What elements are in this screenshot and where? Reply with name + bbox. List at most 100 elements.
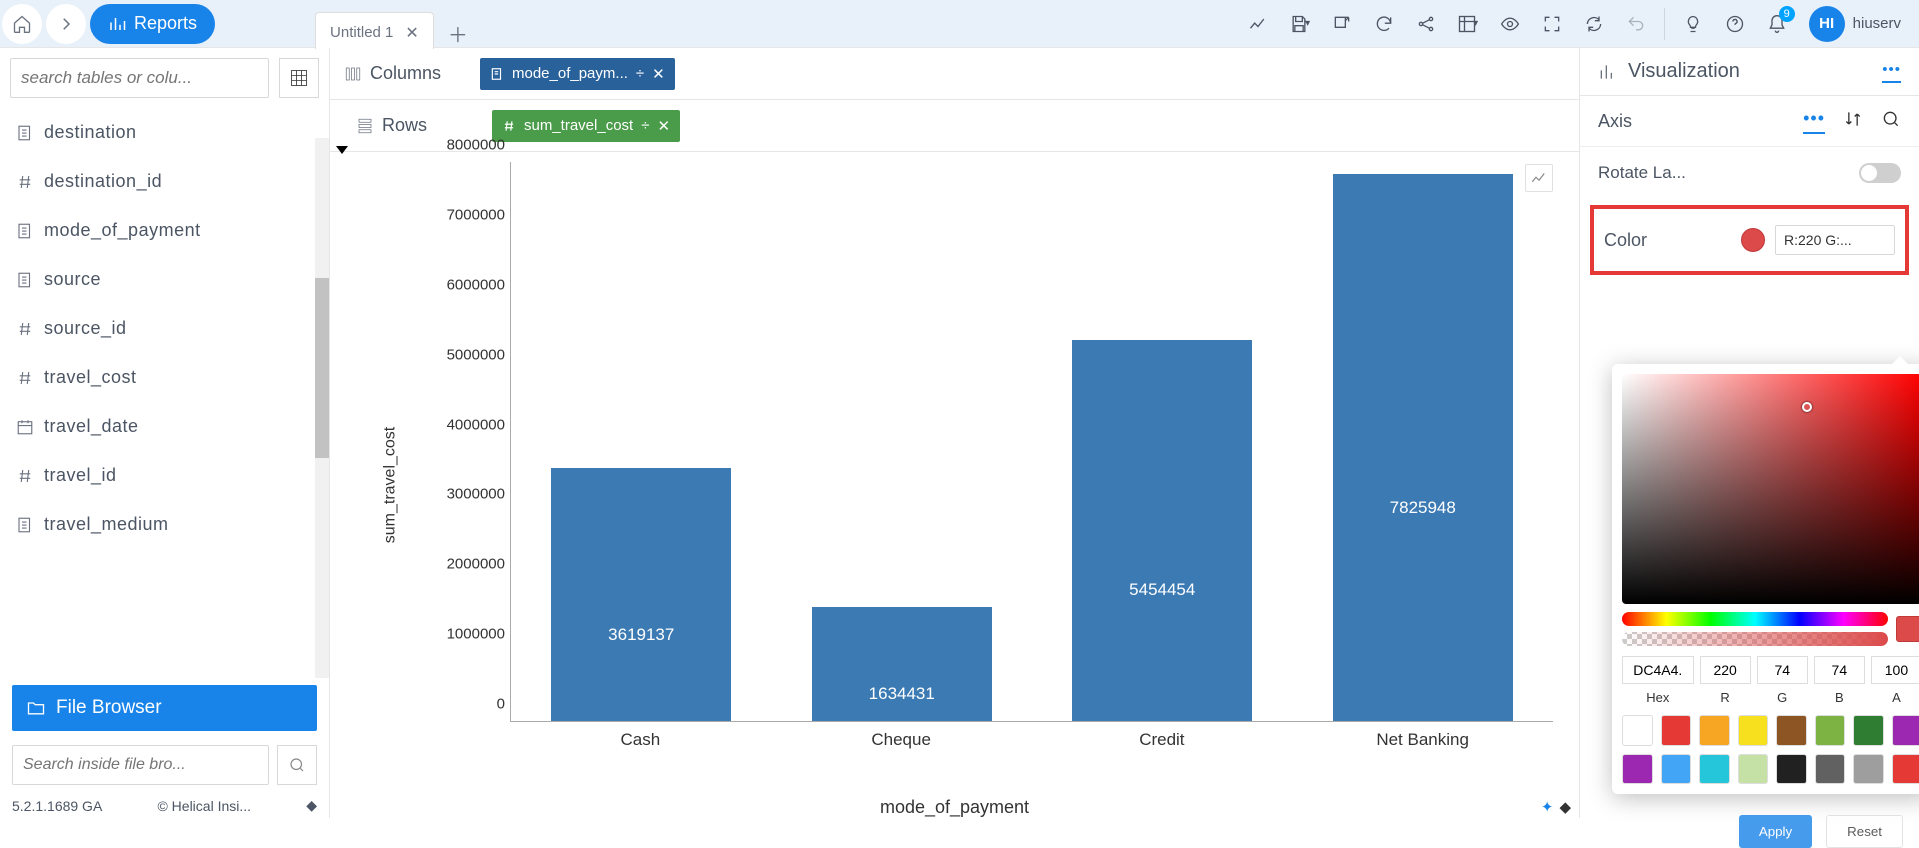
preset-swatch[interactable] — [1738, 754, 1769, 785]
tab-title: Untitled 1 — [330, 24, 393, 41]
columns-chip-mode-of-payment[interactable]: mode_of_paym... ÷ ✕ — [480, 58, 675, 90]
color-property-row: Color — [1590, 205, 1909, 275]
eye-icon[interactable] — [1490, 4, 1530, 44]
preset-swatch[interactable] — [1853, 754, 1884, 785]
notification-bell-icon[interactable]: 9 — [1757, 4, 1797, 44]
idea-icon[interactable] — [1673, 4, 1713, 44]
color-text-input[interactable] — [1775, 225, 1895, 255]
x-category: Credit — [1072, 730, 1252, 750]
viz-more-icon[interactable]: ••• — [1882, 61, 1901, 83]
current-color-swatch — [1896, 616, 1919, 642]
columns-shelf-label: Columns — [370, 63, 441, 84]
column-list: destination destination_id mode_of_payme… — [0, 108, 329, 677]
tables-grid-button[interactable] — [279, 58, 319, 98]
y-tick: 6000000 — [433, 276, 505, 293]
color-swatch[interactable] — [1741, 228, 1765, 252]
column-search-input[interactable] — [10, 58, 269, 98]
fullscreen-icon[interactable] — [1532, 4, 1572, 44]
reports-label: Reports — [134, 13, 197, 34]
column-destination[interactable]: destination — [0, 108, 329, 157]
tab-untitled-1[interactable]: Untitled 1 ✕ — [315, 12, 434, 49]
a-input[interactable] — [1871, 656, 1919, 684]
bar-value-label: 1634431 — [869, 684, 935, 704]
column-travel-id[interactable]: travel_id — [0, 451, 329, 500]
share-icon[interactable] — [1406, 4, 1446, 44]
refresh-arrows-icon[interactable] — [1364, 4, 1404, 44]
undo-icon[interactable] — [1616, 4, 1656, 44]
bar-cash[interactable]: 3619137 — [551, 468, 731, 721]
tab-strip: Untitled 1 ✕ ＋ — [315, 0, 472, 48]
column-source[interactable]: source — [0, 255, 329, 304]
preset-swatch[interactable] — [1699, 754, 1730, 785]
file-browser-button[interactable]: File Browser — [12, 685, 317, 731]
axis-search-icon[interactable] — [1881, 109, 1901, 134]
add-tab-button[interactable]: ＋ — [444, 20, 472, 48]
rotate-labels-toggle[interactable] — [1859, 163, 1901, 183]
y-tick: 3000000 — [433, 486, 505, 503]
breadcrumb: Reports — [0, 0, 215, 48]
bar-net-banking[interactable]: 7825948 — [1333, 174, 1513, 721]
column-travel-date[interactable]: travel_date — [0, 402, 329, 451]
corner-more-icon[interactable]: ◆ — [1559, 798, 1571, 816]
hue-slider[interactable] — [1622, 612, 1888, 626]
chip-remove-icon[interactable]: ✕ — [652, 65, 665, 83]
preset-swatch[interactable] — [1776, 754, 1807, 785]
version-label: 5.2.1.1689 GA — [12, 798, 102, 814]
preset-swatch[interactable] — [1699, 715, 1730, 746]
trend-chart-icon[interactable] — [1238, 4, 1278, 44]
reports-pill[interactable]: Reports — [90, 4, 215, 44]
footer-more-icon[interactable]: ◆ — [306, 797, 317, 814]
layout-icon[interactable]: ▾ — [1448, 4, 1488, 44]
plot-area: 3619137163443154544547825948 01000000200… — [420, 162, 1553, 758]
preset-swatch[interactable] — [1661, 754, 1692, 785]
r-input[interactable] — [1700, 656, 1751, 684]
column-destination-id[interactable]: destination_id — [0, 157, 329, 206]
file-search-input[interactable] — [12, 745, 269, 785]
save-icon[interactable]: ▾ — [1280, 4, 1320, 44]
export-icon[interactable] — [1322, 4, 1362, 44]
preset-swatch[interactable] — [1776, 715, 1807, 746]
column-travel-cost[interactable]: travel_cost — [0, 353, 329, 402]
apply-button[interactable]: Apply — [1739, 815, 1812, 848]
sort-icon[interactable] — [1843, 109, 1863, 134]
axis-more-icon[interactable]: ••• — [1803, 108, 1825, 134]
avatar: HI — [1809, 6, 1845, 42]
preset-swatch[interactable] — [1622, 754, 1653, 785]
y-tick: 4000000 — [433, 416, 505, 433]
preset-swatch[interactable] — [1892, 754, 1919, 785]
g-input[interactable] — [1757, 656, 1808, 684]
bar-credit[interactable]: 5454454 — [1072, 340, 1252, 721]
chip-remove-icon[interactable]: ✕ — [657, 117, 670, 135]
bar-value-label: 3619137 — [608, 625, 674, 645]
color-label: Color — [1604, 230, 1647, 251]
hex-input[interactable] — [1622, 656, 1694, 684]
home-button[interactable] — [2, 4, 42, 44]
help-icon[interactable] — [1715, 4, 1755, 44]
bar-cheque[interactable]: 1634431 — [812, 607, 992, 721]
reset-button[interactable]: Reset — [1826, 815, 1903, 848]
x-axis-label: mode_of_payment — [880, 797, 1029, 818]
preset-swatch[interactable] — [1622, 715, 1653, 746]
preset-swatch[interactable] — [1815, 754, 1846, 785]
preset-swatch[interactable] — [1738, 715, 1769, 746]
column-mode-of-payment[interactable]: mode_of_payment — [0, 206, 329, 255]
x-category: Cash — [550, 730, 730, 750]
preset-swatch[interactable] — [1853, 715, 1884, 746]
file-search-button[interactable] — [277, 745, 317, 785]
alpha-slider[interactable] — [1622, 632, 1888, 646]
b-input[interactable] — [1814, 656, 1865, 684]
tab-close-icon[interactable]: ✕ — [405, 23, 418, 43]
column-source-id[interactable]: source_id — [0, 304, 329, 353]
bar-value-label: 5454454 — [1129, 580, 1195, 600]
sidebar-scrollbar-thumb[interactable] — [315, 278, 329, 458]
sv-cursor[interactable] — [1802, 402, 1812, 412]
preset-swatch[interactable] — [1815, 715, 1846, 746]
column-travel-medium[interactable]: travel_medium — [0, 500, 329, 549]
preset-swatch[interactable] — [1661, 715, 1692, 746]
refresh-icon[interactable] — [1574, 4, 1614, 44]
rows-chip-sum-travel-cost[interactable]: sum_travel_cost ÷ ✕ — [492, 110, 680, 142]
preset-swatch[interactable] — [1892, 715, 1919, 746]
saturation-value-area[interactable] — [1622, 374, 1919, 604]
user-chip[interactable]: HI hiuserv — [1799, 6, 1911, 42]
ai-suggest-icon[interactable]: ✦ — [1541, 798, 1554, 816]
